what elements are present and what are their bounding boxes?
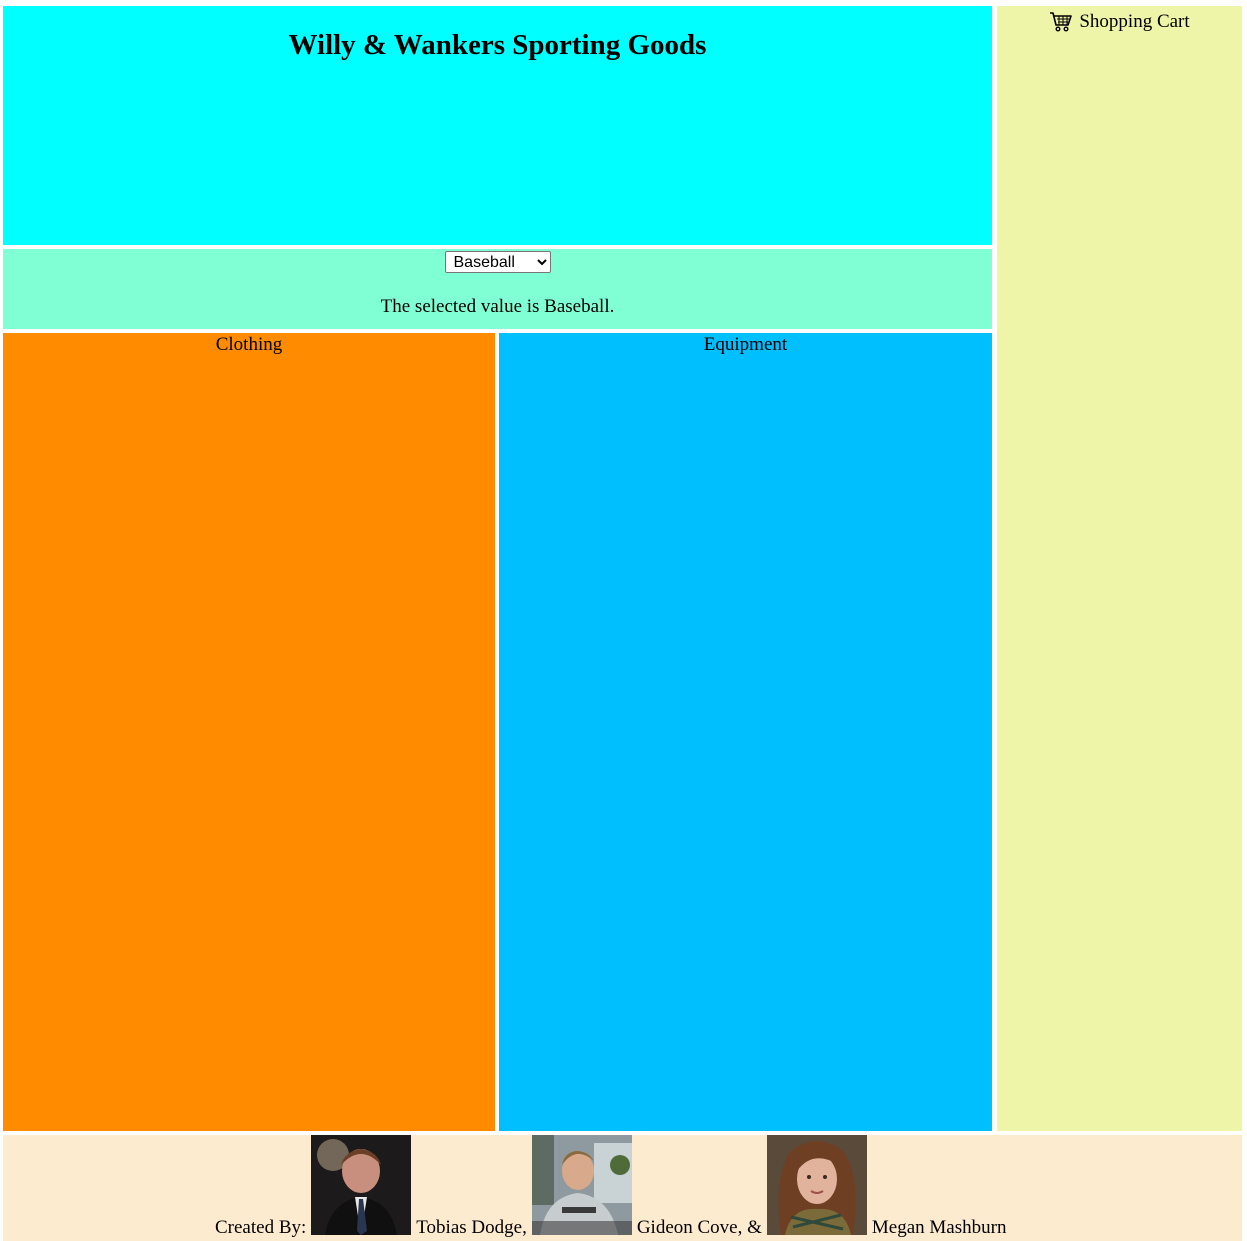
sport-selector-panel: Baseball The selected value is Baseball.	[3, 249, 992, 329]
author-photo	[311, 1135, 412, 1235]
page-title: Willy & Wankers Sporting Goods	[288, 29, 707, 61]
shopping-cart-panel: Shopping Cart	[997, 6, 1242, 1131]
header-panel: Willy & Wankers Sporting Goods	[3, 6, 992, 245]
author-photo	[766, 1135, 867, 1235]
shopping-cart-icon	[1050, 12, 1073, 32]
selected-value-text: The selected value is Baseball.	[380, 296, 615, 317]
page-grid: Willy & Wankers Sporting Goods Shopping …	[0, 0, 1247, 1241]
author-name: Gideon Cove, &	[636, 1217, 762, 1238]
created-by-label: Created By:	[215, 1217, 307, 1238]
equipment-section: Equipment	[499, 333, 992, 1131]
clothing-section: Clothing	[3, 333, 495, 1131]
author-photo	[531, 1135, 632, 1235]
equipment-heading: Equipment	[703, 334, 788, 355]
shopping-cart-label: Shopping Cart	[1079, 11, 1190, 32]
sport-select[interactable]: Baseball	[444, 251, 551, 273]
footer-credits: Created By: Tobias Dodge, Gideon Cove, &…	[3, 1135, 1242, 1241]
clothing-heading: Clothing	[215, 334, 283, 355]
credits-row: Created By: Tobias Dodge, Gideon Cove, &…	[215, 1135, 1006, 1239]
shopping-cart-link[interactable]: Shopping Cart	[1049, 6, 1190, 33]
author-name: Tobias Dodge,	[416, 1217, 527, 1238]
author-name: Megan Mashburn	[871, 1217, 1007, 1238]
